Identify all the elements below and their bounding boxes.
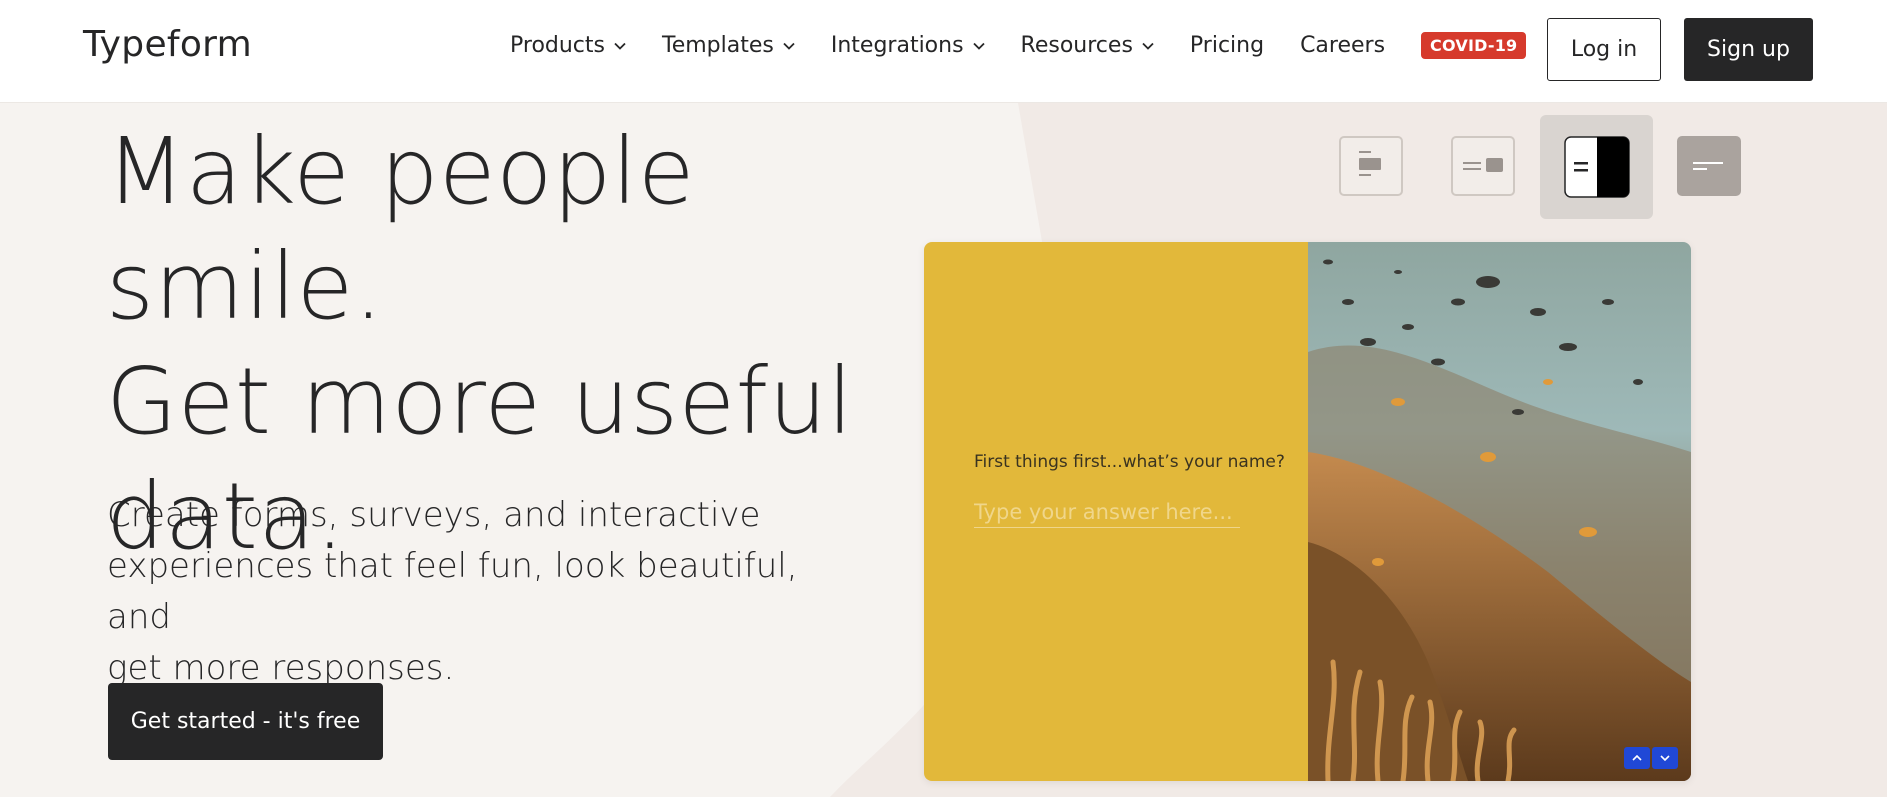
nav-templates[interactable]: Templates [662,33,795,58]
headline-line: Get more useful [106,348,854,455]
chevron-down-icon [972,42,985,50]
layout-split-icon [1463,158,1503,172]
hero-subheading: Create forms, surveys, and interactive e… [107,490,837,694]
layout-half-icon [1564,136,1630,198]
nav-resources-label: Resources [1020,33,1133,58]
headline-line: Make people smile. [106,118,695,340]
subhead-line: Create forms, surveys, and interactive [107,495,761,535]
layout-full-option[interactable] [1677,136,1741,196]
nav-templates-label: Templates [662,33,774,58]
get-started-button[interactable]: Get started - it's free [108,683,383,760]
nav-covid[interactable]: COVID-19 [1421,32,1527,59]
nav-products[interactable]: Products [510,33,626,58]
previous-question-button[interactable] [1624,747,1650,769]
chevron-down-icon [1142,42,1154,50]
question-navigation [1624,747,1678,769]
chevron-down-icon [614,42,626,50]
nav-integrations[interactable]: Integrations [831,33,985,58]
chevron-down-icon [783,42,795,50]
covid-badge: COVID-19 [1421,32,1527,59]
nav-pricing-label: Pricing [1189,33,1265,58]
layout-full-icon [1693,162,1723,170]
form-preview: First things first...what’s your name? [924,242,1691,781]
nav-resources[interactable]: Resources [1021,33,1154,58]
login-button[interactable]: Log in [1547,18,1661,81]
form-question: First things first...what’s your name? [974,452,1285,472]
nav-careers-label: Careers [1300,33,1386,58]
subhead-line: experiences that feel fun, look beautifu… [107,546,798,637]
layout-split-option[interactable] [1451,136,1515,196]
typeform-logo[interactable]: Typeform [83,24,252,65]
nav-careers[interactable]: Careers [1300,33,1385,58]
chevron-up-icon [1632,755,1642,761]
signup-button[interactable]: Sign up [1684,18,1813,81]
layout-half-option[interactable] [1564,136,1630,198]
layout-stack-option[interactable] [1339,136,1403,196]
chevron-down-icon [1660,755,1670,761]
top-header: Typeform Products Templates Integrations… [0,0,1887,103]
coral-reef-image [1308,242,1691,781]
nav-products-label: Products [510,33,605,58]
answer-input[interactable] [974,496,1240,528]
next-question-button[interactable] [1652,747,1678,769]
main-nav: Products Templates Integrations Resource… [510,32,1562,59]
layout-stack-icon [1359,151,1381,176]
nav-pricing[interactable]: Pricing [1190,33,1264,58]
form-question-panel: First things first...what’s your name? [924,242,1308,781]
nav-integrations-label: Integrations [830,33,964,58]
